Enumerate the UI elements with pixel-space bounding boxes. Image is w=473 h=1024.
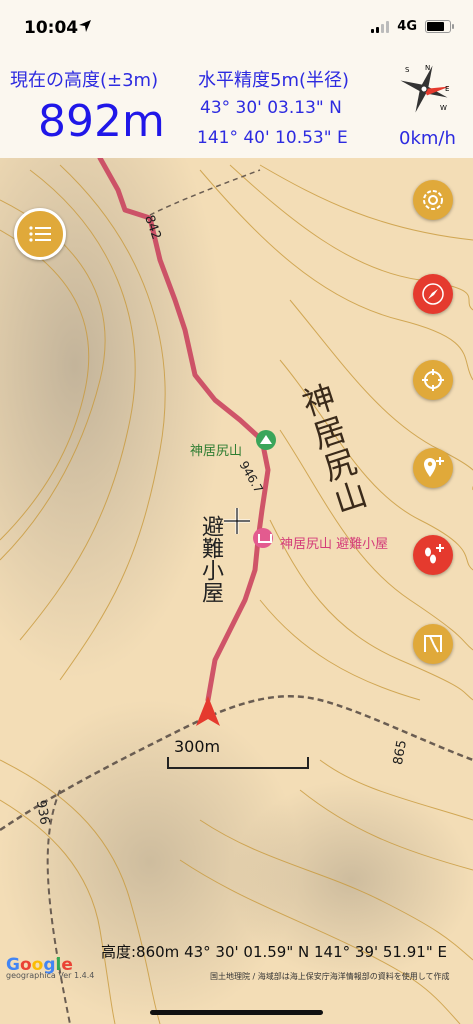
- compass-mode-button[interactable]: [413, 274, 453, 314]
- info-header: 10:04 4G 現在の高度(±3m) 892m 水平精度5m(半径) 43° …: [0, 0, 473, 158]
- topo-map[interactable]: 神居尻山 神居尻山 避難小屋 神居尻山 避難小屋 842 946.7 865 9…: [0, 158, 473, 1024]
- location-target-icon: [422, 369, 444, 391]
- status-right: 4G: [371, 19, 454, 34]
- signal-icon: [371, 20, 390, 33]
- map-terrain: [0, 158, 473, 1024]
- add-place-button[interactable]: [413, 448, 453, 488]
- layers-button[interactable]: [413, 180, 453, 220]
- cursor-coordinates: 高度:860m 43° 30' 01.59" N 141° 39' 51.91"…: [101, 943, 447, 961]
- battery-icon: [425, 20, 454, 33]
- map-credits: 国土地理院 / 海域部は海上保安庁海洋情報部の資料を使用して作成: [210, 972, 450, 981]
- compass-mode-icon: [422, 283, 444, 305]
- status-time: 10:04: [24, 18, 79, 38]
- current-location-icon: [196, 696, 220, 726]
- hut-name-label: 避難小屋: [198, 515, 223, 603]
- add-footprint-button[interactable]: [413, 535, 453, 575]
- compass-letter-n: N: [425, 64, 430, 72]
- home-indicator[interactable]: [150, 1010, 323, 1015]
- location-target-button[interactable]: [413, 360, 453, 400]
- speed-value: 0km/h: [399, 128, 456, 149]
- scale-bar: [167, 757, 309, 769]
- ruler-icon: [424, 635, 442, 653]
- scale-label: 300m: [174, 737, 221, 756]
- add-place-icon: [424, 457, 444, 477]
- location-arrow-icon: [79, 20, 91, 32]
- latitude-value: 43° 30' 03.13" N: [200, 98, 342, 118]
- add-footprint-icon: [425, 544, 444, 564]
- compass-icon[interactable]: N E S W: [395, 60, 453, 118]
- menu-button[interactable]: [14, 208, 66, 260]
- longitude-value: 141° 40' 10.53" E: [197, 128, 348, 148]
- compass-letter-w: W: [440, 104, 447, 112]
- peak-icon[interactable]: [256, 430, 276, 450]
- hut-icon[interactable]: [253, 528, 273, 548]
- network-type: 4G: [397, 19, 417, 34]
- peak-label: 神居尻山: [190, 444, 243, 459]
- app-version: geographica Ver 1.4.4: [6, 971, 95, 980]
- accuracy-label: 水平精度5m(半径): [198, 70, 350, 91]
- altitude-label: 現在の高度(±3m): [10, 70, 159, 91]
- ruler-button[interactable]: [413, 624, 453, 664]
- layers-icon: [423, 190, 443, 210]
- hut-label: 神居尻山 避難小屋: [280, 537, 389, 552]
- compass-letter-s: S: [405, 66, 410, 74]
- menu-icon: [29, 226, 51, 242]
- compass-letter-e: E: [445, 85, 449, 93]
- altitude-value: 892m: [38, 96, 165, 147]
- crosshair-icon: [224, 508, 250, 534]
